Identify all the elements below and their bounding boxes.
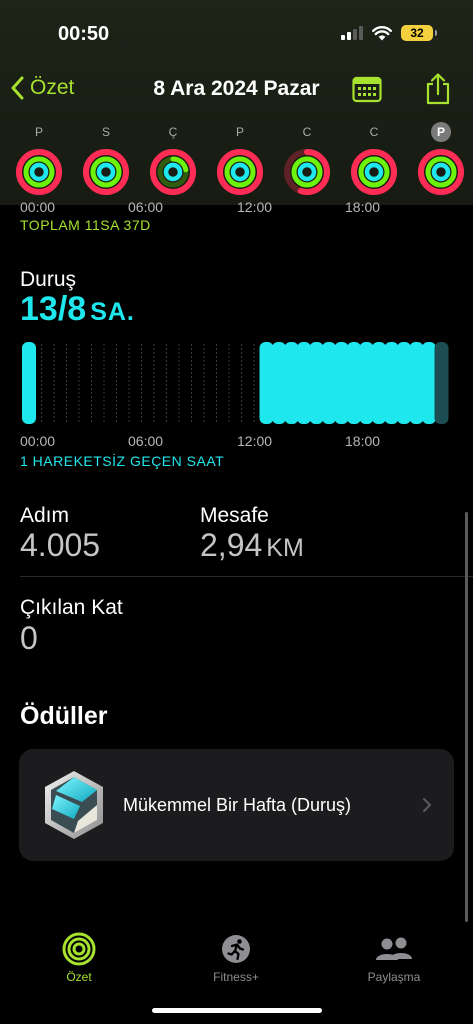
day-letter: S xyxy=(101,125,110,139)
stand-value-number: 13/8 xyxy=(20,290,87,328)
day-letter: P xyxy=(34,125,43,139)
week-selector: PSÇPCCP xyxy=(15,122,465,196)
idle-hours-note: 1 HAREKETSİZ GEÇEN SAAT xyxy=(20,453,225,469)
stand-bar xyxy=(322,342,336,424)
activity-rings-icon xyxy=(217,149,263,195)
stand-title: Duruş xyxy=(20,268,77,291)
day-4[interactable]: P xyxy=(216,122,264,196)
stand-bar xyxy=(22,342,36,424)
stand-ring xyxy=(163,162,183,182)
people-icon xyxy=(376,937,412,960)
stand-bar-inactive xyxy=(434,342,449,424)
wifi-icon xyxy=(372,25,392,40)
calendar-icon xyxy=(352,76,382,103)
stand-bar xyxy=(309,342,324,424)
hour-label: 12:00 xyxy=(237,199,273,215)
tab-label: Paylaşma xyxy=(367,970,421,984)
home-indicator[interactable] xyxy=(152,1008,322,1013)
scrollbar[interactable] xyxy=(465,512,468,922)
activity-rings-icon xyxy=(62,932,96,966)
award-label: Mükemmel Bir Hafta (Duruş) xyxy=(123,794,352,815)
stand-bar xyxy=(284,342,299,424)
activity-rings-icon xyxy=(150,149,196,195)
stand-bar xyxy=(259,342,274,424)
stand-hours-chart xyxy=(22,342,449,424)
stand-bar xyxy=(384,342,399,424)
page-title: 8 Ara 2024 Pazar xyxy=(153,77,320,100)
tab-sharing[interactable]: Paylaşma xyxy=(334,932,454,984)
awards-title: Ödüller xyxy=(20,702,108,730)
fitness-plus-icon xyxy=(222,935,250,963)
hour-label: 18:00 xyxy=(345,199,381,215)
stand-bar xyxy=(422,342,436,424)
stand-bar xyxy=(409,342,424,424)
share-button[interactable] xyxy=(424,72,452,111)
hour-label: 18:00 xyxy=(345,433,381,449)
floors-label: Çıkılan Kat xyxy=(20,596,123,619)
chevron-right-icon xyxy=(423,798,431,812)
activity-rings-icon xyxy=(418,149,464,195)
stand-ring xyxy=(230,162,250,182)
steps-value: 4.005 xyxy=(20,527,101,563)
day-letter: C xyxy=(302,125,312,139)
day-7[interactable]: P xyxy=(417,122,465,196)
stand-bar xyxy=(272,342,286,424)
floors-value: 0 xyxy=(20,620,38,656)
exercise-hour-labels: 00:00 06:00 12:00 18:00 xyxy=(20,199,450,215)
distance-number: 2,94 xyxy=(200,527,263,563)
stand-value-unit: SA. xyxy=(90,298,135,326)
distance-unit: KM xyxy=(266,534,304,562)
day-letter: P xyxy=(235,125,244,139)
distance-label: Mesafe xyxy=(200,504,269,527)
day-5[interactable]: C xyxy=(283,122,331,196)
stand-bar xyxy=(347,342,361,424)
tab-fitness-plus[interactable]: Fitness+ xyxy=(176,932,296,984)
status-time: 00:50 xyxy=(58,23,110,45)
activity-rings-icon xyxy=(284,149,330,195)
stand-ring xyxy=(297,162,317,182)
distance-value: 2,94 KM xyxy=(200,527,304,564)
stand-ring xyxy=(431,162,451,182)
activity-rings-icon xyxy=(83,149,129,195)
activity-rings-icon xyxy=(351,149,397,195)
divider xyxy=(20,576,473,577)
day-letter: C xyxy=(369,125,379,139)
stand-ring xyxy=(29,162,49,182)
stand-bar xyxy=(297,342,311,424)
award-badge-icon xyxy=(45,771,103,839)
status-icons: 32 xyxy=(341,25,437,41)
activity-rings-icon xyxy=(16,149,62,195)
calendar-button[interactable] xyxy=(352,75,382,108)
stand-bar xyxy=(397,342,411,424)
steps-label: Adım xyxy=(20,504,70,527)
hour-label: 00:00 xyxy=(20,199,56,215)
stand-ring xyxy=(96,162,116,182)
stand-bar xyxy=(334,342,349,424)
cellular-signal-icon xyxy=(341,26,363,40)
hour-label: 06:00 xyxy=(128,199,164,215)
stand-bar xyxy=(359,342,374,424)
stand-value: 13/8 SA. xyxy=(20,290,135,329)
day-letter: Ç xyxy=(168,125,178,139)
hour-label: 06:00 xyxy=(128,433,164,449)
day-2[interactable]: S xyxy=(82,122,130,196)
tab-label: Özet xyxy=(66,970,92,984)
header: 00:50 32 Özet 8 Ara 2024 Pazar P S Ç P C… xyxy=(0,0,473,205)
hour-label: 00:00 xyxy=(20,433,56,449)
day-3[interactable]: Ç xyxy=(149,122,197,196)
day-letter: P xyxy=(431,122,451,142)
stand-hour-labels: 00:00 06:00 12:00 18:00 xyxy=(20,433,450,449)
stand-bar xyxy=(372,342,386,424)
tab-label: Fitness+ xyxy=(213,970,259,984)
exercise-total: TOPLAM 11SA 37D xyxy=(20,217,151,233)
battery-icon: 32 xyxy=(401,25,437,41)
day-1[interactable]: P xyxy=(15,122,63,196)
day-6[interactable]: C xyxy=(350,122,398,196)
hour-label: 12:00 xyxy=(237,433,273,449)
share-icon xyxy=(426,73,450,105)
stand-ring xyxy=(364,162,384,182)
award-card[interactable]: Mükemmel Bir Hafta (Duruş) xyxy=(19,749,454,861)
tab-summary[interactable]: Özet xyxy=(19,932,139,984)
